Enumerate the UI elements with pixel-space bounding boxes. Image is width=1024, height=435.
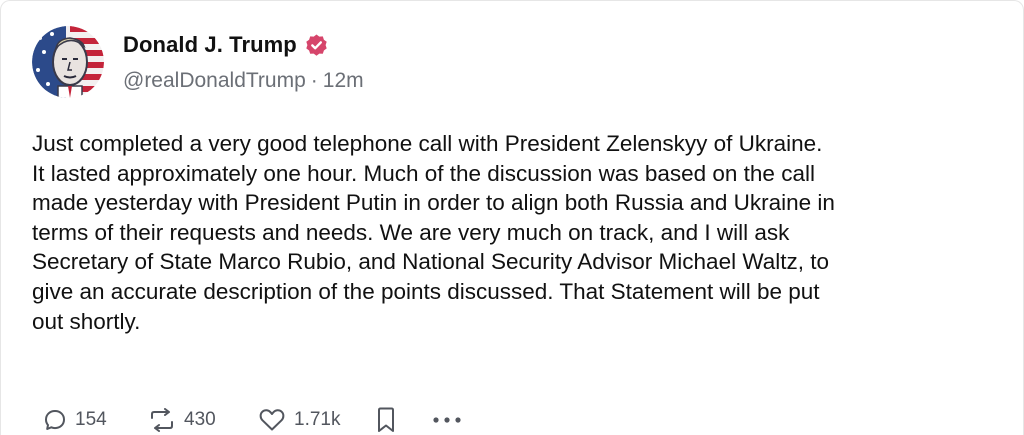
post-line: Just completed a very good telephone cal… xyxy=(32,131,823,156)
reply-button[interactable]: 154 xyxy=(43,408,148,432)
repost-icon xyxy=(151,408,173,432)
verified-badge-icon xyxy=(304,33,329,58)
repost-count: 430 xyxy=(184,409,216,430)
post-line: out shortly. xyxy=(32,308,141,334)
reply-count: 154 xyxy=(75,409,107,430)
like-count: 1.71k xyxy=(294,409,341,430)
bookmark-icon xyxy=(378,407,394,432)
avatar[interactable] xyxy=(32,26,104,98)
post-actions-bar: 154 430 1.71k xyxy=(43,403,462,435)
post-line: give an accurate description of the poin… xyxy=(32,278,820,304)
author-handle[interactable]: @realDonaldTrump xyxy=(123,69,306,93)
author-name-row: Donald J. Trump xyxy=(123,29,329,61)
more-icon xyxy=(433,417,461,423)
post-line: made yesterday with President Putin in o… xyxy=(32,190,835,216)
post-body: Just completed a very good telephone cal… xyxy=(32,129,1002,336)
author-meta-row: @realDonaldTrump · 12m xyxy=(123,69,364,93)
heart-icon xyxy=(259,409,285,431)
post-card: Donald J. Trump @realDonaldTrump · 12m J… xyxy=(0,0,1024,435)
avatar-image xyxy=(32,26,104,98)
repost-button[interactable]: 430 xyxy=(148,408,258,432)
post-timestamp[interactable]: 12m xyxy=(323,69,364,93)
post-line: Secretary of State Marco Rubio, and Nati… xyxy=(32,249,830,275)
post-line: It lasted approximately one hour. Much o… xyxy=(32,160,815,186)
meta-separator: · xyxy=(310,69,318,92)
post-line: terms of their requests and needs. We ar… xyxy=(32,219,790,245)
author-display-name[interactable]: Donald J. Trump xyxy=(123,32,297,58)
like-button[interactable]: 1.71k xyxy=(258,408,376,432)
reply-icon xyxy=(45,410,65,430)
bookmark-button[interactable] xyxy=(376,407,432,433)
more-options-button[interactable] xyxy=(432,416,462,424)
